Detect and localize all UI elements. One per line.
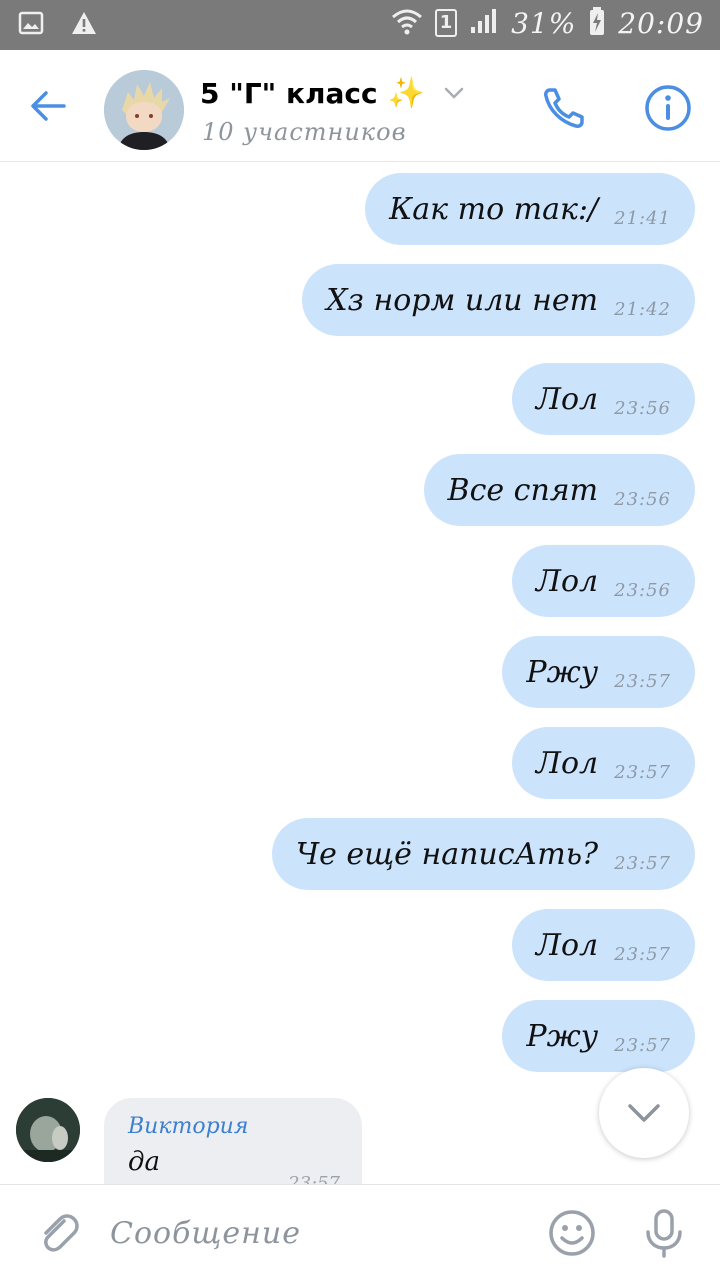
emoji-button[interactable] bbox=[544, 1205, 600, 1261]
attach-button[interactable] bbox=[30, 1205, 86, 1261]
message-text: Лол bbox=[535, 381, 599, 417]
status-left bbox=[18, 10, 98, 40]
chevron-down-icon bbox=[443, 81, 465, 106]
voice-message-button[interactable] bbox=[636, 1205, 692, 1261]
message-bubble[interactable]: Ржу 23:57 bbox=[502, 636, 695, 708]
message-time: 21:42 bbox=[614, 298, 671, 320]
message-bubble[interactable]: Че ещё написАть? 23:57 bbox=[271, 818, 695, 890]
message-outgoing[interactable]: Лол 23:56 bbox=[511, 363, 695, 435]
message-outgoing[interactable]: Как то так:/ 21:41 bbox=[365, 173, 695, 245]
chat-avatar[interactable] bbox=[104, 70, 184, 150]
battery-percent: 31% bbox=[511, 6, 577, 40]
info-icon bbox=[645, 85, 691, 131]
message-outgoing[interactable]: Ржу 23:57 bbox=[502, 1000, 695, 1072]
message-text: Ржу bbox=[526, 654, 599, 690]
smiley-icon bbox=[549, 1210, 595, 1256]
warning-icon bbox=[70, 10, 98, 40]
phone-icon bbox=[544, 88, 584, 128]
clock: 20:09 bbox=[618, 6, 704, 40]
message-outgoing[interactable]: Лол 23:57 bbox=[511, 909, 695, 981]
scroll-to-bottom-button[interactable] bbox=[599, 1068, 689, 1158]
message-text: Хз норм или нет bbox=[326, 282, 599, 318]
avatar-image bbox=[16, 1098, 80, 1162]
wifi-icon bbox=[391, 7, 423, 39]
call-button[interactable] bbox=[536, 80, 592, 136]
chevron-down-icon bbox=[628, 1104, 660, 1122]
chat-title[interactable]: 5 "Г" класс ✨ bbox=[200, 76, 465, 111]
message-outgoing[interactable]: Лол 23:56 bbox=[511, 545, 695, 617]
chat-title-text: 5 "Г" класс bbox=[200, 77, 378, 110]
message-text: Лол bbox=[535, 927, 599, 963]
message-outgoing[interactable]: Че ещё написАть? 23:57 bbox=[271, 818, 695, 890]
back-button[interactable] bbox=[22, 80, 74, 132]
message-incoming[interactable]: Виктория да 23:57 bbox=[16, 1098, 376, 1184]
chat-header: 5 "Г" класс ✨ 10 участников bbox=[0, 50, 720, 162]
microphone-icon bbox=[646, 1209, 682, 1258]
status-bar: 1 31% 20:09 bbox=[0, 0, 720, 50]
message-time: 23:57 bbox=[614, 943, 671, 965]
message-bubble[interactable]: Хз норм или нет 21:42 bbox=[302, 264, 695, 336]
message-bubble[interactable]: Как то так:/ 21:41 bbox=[365, 173, 695, 245]
status-right: 1 31% 20:09 bbox=[391, 6, 704, 40]
message-time: 21:41 bbox=[614, 207, 671, 229]
message-outgoing[interactable]: Ржу 23:57 bbox=[502, 636, 695, 708]
message-bubble[interactable]: Виктория да 23:57 bbox=[104, 1098, 362, 1184]
message-text: Как то так:/ bbox=[389, 191, 599, 227]
message-time: 23:57 bbox=[614, 670, 671, 692]
message-bubble[interactable]: Лол 23:56 bbox=[511, 363, 695, 435]
message-time: 23:57 bbox=[614, 761, 671, 783]
members-count: 10 участников bbox=[202, 118, 407, 146]
message-outgoing[interactable]: Лол 23:57 bbox=[511, 727, 695, 799]
message-text: Че ещё написАть? bbox=[295, 836, 599, 872]
message-time: 23:56 bbox=[614, 488, 671, 510]
battery-charging-icon bbox=[588, 6, 606, 40]
sender-name[interactable]: Виктория bbox=[128, 1114, 338, 1139]
message-bubble[interactable]: Ржу 23:57 bbox=[502, 1000, 695, 1072]
image-icon bbox=[18, 10, 44, 40]
paperclip-icon bbox=[44, 1214, 79, 1252]
sparkles-emoji: ✨ bbox=[387, 76, 425, 111]
info-button[interactable] bbox=[640, 80, 696, 136]
message-input[interactable] bbox=[110, 1207, 510, 1259]
message-outgoing[interactable]: Хз норм или нет 21:42 bbox=[302, 264, 695, 336]
message-time: 23:57 bbox=[614, 1034, 671, 1056]
message-outgoing[interactable]: Все спят 23:56 bbox=[423, 454, 695, 526]
message-text: Лол bbox=[535, 563, 599, 599]
message-bubble[interactable]: Лол 23:56 bbox=[511, 545, 695, 617]
message-list[interactable]: Как то так:/ 21:41 Хз норм или нет 21:42… bbox=[0, 162, 720, 1184]
message-composer bbox=[0, 1184, 720, 1280]
message-bubble[interactable]: Все спят 23:56 bbox=[423, 454, 695, 526]
message-time: 23:57 bbox=[614, 852, 671, 874]
message-time: 23:56 bbox=[614, 579, 671, 601]
sender-avatar[interactable] bbox=[16, 1098, 80, 1162]
avatar-image bbox=[104, 70, 184, 150]
signal-icon bbox=[469, 7, 499, 39]
message-text: Лол bbox=[535, 745, 599, 781]
message-time: 23:56 bbox=[614, 397, 671, 419]
message-text: Ржу bbox=[526, 1018, 599, 1054]
message-bubble[interactable]: Лол 23:57 bbox=[511, 909, 695, 981]
message-text: Все спят bbox=[447, 472, 599, 508]
sim-icon: 1 bbox=[435, 9, 458, 37]
arrow-left-icon bbox=[31, 91, 66, 121]
message-time: 23:57 bbox=[288, 1173, 340, 1184]
message-bubble[interactable]: Лол 23:57 bbox=[511, 727, 695, 799]
